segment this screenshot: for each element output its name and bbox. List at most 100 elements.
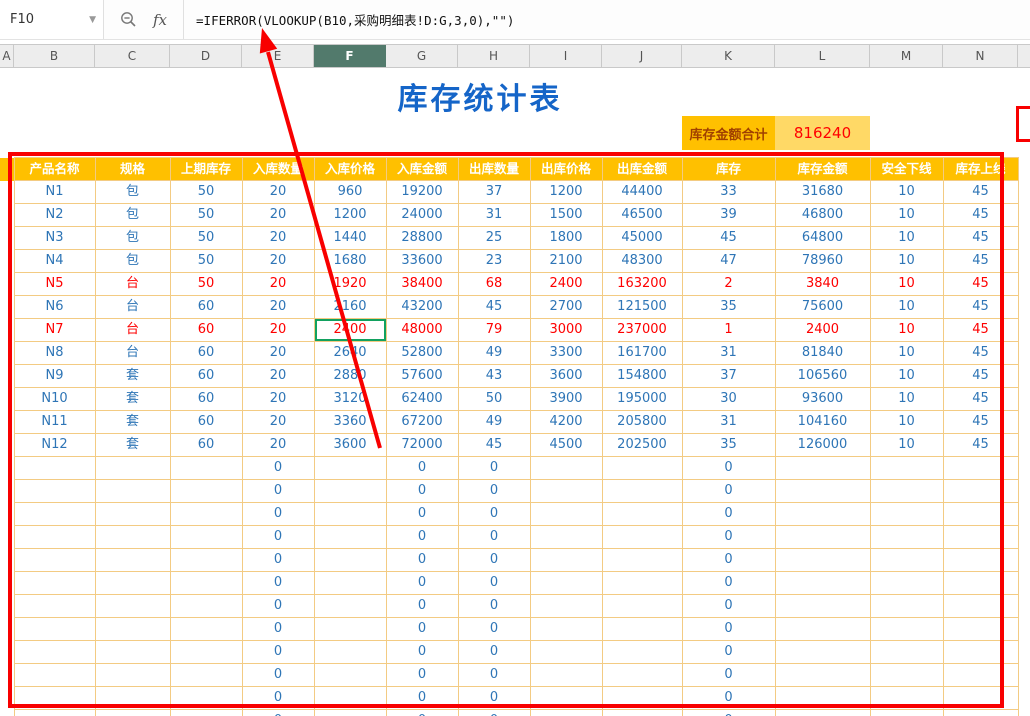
cell[interactable]: 60	[169, 433, 243, 457]
cell[interactable]: 0	[241, 594, 315, 618]
cell[interactable]: 0	[457, 571, 531, 595]
cell[interactable]: 0	[241, 640, 315, 664]
cell[interactable]: 1800	[529, 226, 603, 250]
table-header-cell[interactable]: 入库价格	[313, 157, 387, 181]
formula-input[interactable]: =IFERROR(VLOOKUP(B10,采购明细表!D:G,3,0),"")	[184, 10, 1030, 29]
cell[interactable]: 0	[241, 548, 315, 572]
cell[interactable]: 33600	[385, 249, 459, 273]
cell[interactable]: 2400	[774, 318, 871, 342]
cell[interactable]: 1	[681, 318, 776, 342]
cell[interactable]: 45000	[601, 226, 683, 250]
cell[interactable]	[13, 663, 96, 687]
column-header-L[interactable]: L	[775, 45, 870, 67]
cell[interactable]: 0	[385, 479, 459, 503]
cell[interactable]: 121500	[601, 295, 683, 319]
cell[interactable]	[0, 479, 14, 503]
cell[interactable]: 10	[869, 433, 944, 457]
cell[interactable]	[529, 663, 603, 687]
cell[interactable]	[0, 364, 14, 388]
cell[interactable]: 20	[241, 318, 315, 342]
cell[interactable]: 45	[942, 180, 1019, 204]
cell[interactable]: 25	[457, 226, 531, 250]
cell[interactable]: 0	[681, 640, 776, 664]
cell[interactable]: 2160	[313, 295, 387, 319]
cell[interactable]: N1	[13, 180, 96, 204]
cell[interactable]: 0	[241, 663, 315, 687]
cell[interactable]: 10	[869, 318, 944, 342]
cell[interactable]: 37	[457, 180, 531, 204]
cell[interactable]	[774, 479, 871, 503]
cell[interactable]	[0, 502, 14, 526]
cell[interactable]: 20	[241, 272, 315, 296]
cell[interactable]: 960	[313, 180, 387, 204]
cell[interactable]: 0	[457, 617, 531, 641]
cell[interactable]: N2	[13, 203, 96, 227]
cell[interactable]	[942, 479, 1019, 503]
cell[interactable]: 0	[385, 686, 459, 710]
cell[interactable]: 50	[169, 272, 243, 296]
cell[interactable]: 3600	[529, 364, 603, 388]
cell[interactable]	[869, 548, 944, 572]
cell[interactable]: 48000	[385, 318, 459, 342]
cell[interactable]: 0	[241, 479, 315, 503]
cell[interactable]	[601, 456, 683, 480]
cell[interactable]: 64800	[774, 226, 871, 250]
cell[interactable]: 0	[681, 617, 776, 641]
cell[interactable]: 0	[457, 548, 531, 572]
column-header-B[interactable]: B	[14, 45, 95, 67]
cell[interactable]	[601, 686, 683, 710]
cell[interactable]	[0, 433, 14, 457]
cell[interactable]	[313, 686, 387, 710]
cell[interactable]: 3360	[313, 410, 387, 434]
cell[interactable]: 2400	[313, 318, 387, 342]
column-header-N[interactable]: N	[943, 45, 1018, 67]
cell[interactable]: 81840	[774, 341, 871, 365]
cell[interactable]: 30	[681, 387, 776, 411]
cell[interactable]	[601, 663, 683, 687]
cell[interactable]	[0, 709, 14, 716]
cell[interactable]	[601, 709, 683, 716]
cell[interactable]: 237000	[601, 318, 683, 342]
cell[interactable]: 20	[241, 203, 315, 227]
cell[interactable]	[13, 594, 96, 618]
cell[interactable]: 75600	[774, 295, 871, 319]
cell[interactable]	[169, 456, 243, 480]
cell[interactable]	[94, 548, 171, 572]
cell[interactable]	[169, 709, 243, 716]
cell[interactable]	[13, 709, 96, 716]
cell[interactable]: 0	[385, 663, 459, 687]
cell[interactable]: 0	[681, 663, 776, 687]
cell[interactable]: 0	[681, 479, 776, 503]
table-header-cell[interactable]: 入库金额	[385, 157, 459, 181]
cell[interactable]: 37	[681, 364, 776, 388]
cell[interactable]	[601, 640, 683, 664]
cell[interactable]	[869, 502, 944, 526]
table-header-cell[interactable]: 入库数量	[241, 157, 315, 181]
cell[interactable]	[774, 456, 871, 480]
cell[interactable]: 24000	[385, 203, 459, 227]
cell[interactable]: 44400	[601, 180, 683, 204]
cell[interactable]	[313, 709, 387, 716]
cell[interactable]: 20	[241, 387, 315, 411]
cell[interactable]: 35	[681, 433, 776, 457]
cell[interactable]	[0, 387, 14, 411]
cell[interactable]: N10	[13, 387, 96, 411]
cell[interactable]: 126000	[774, 433, 871, 457]
cell[interactable]: 10	[869, 272, 944, 296]
cell[interactable]	[13, 479, 96, 503]
cell[interactable]: 2640	[313, 341, 387, 365]
cell[interactable]: 60	[169, 364, 243, 388]
cell[interactable]	[0, 180, 14, 204]
cell[interactable]: 10	[869, 226, 944, 250]
cell[interactable]	[601, 594, 683, 618]
cell[interactable]	[601, 479, 683, 503]
cell[interactable]	[774, 617, 871, 641]
table-header-cell[interactable]: 出库数量	[457, 157, 531, 181]
cell[interactable]: 50	[457, 387, 531, 411]
cell[interactable]	[0, 525, 14, 549]
column-header-A[interactable]: A	[0, 45, 14, 67]
cell[interactable]: 38400	[385, 272, 459, 296]
cell[interactable]: 20	[241, 180, 315, 204]
cell[interactable]	[313, 525, 387, 549]
cell[interactable]	[0, 594, 14, 618]
